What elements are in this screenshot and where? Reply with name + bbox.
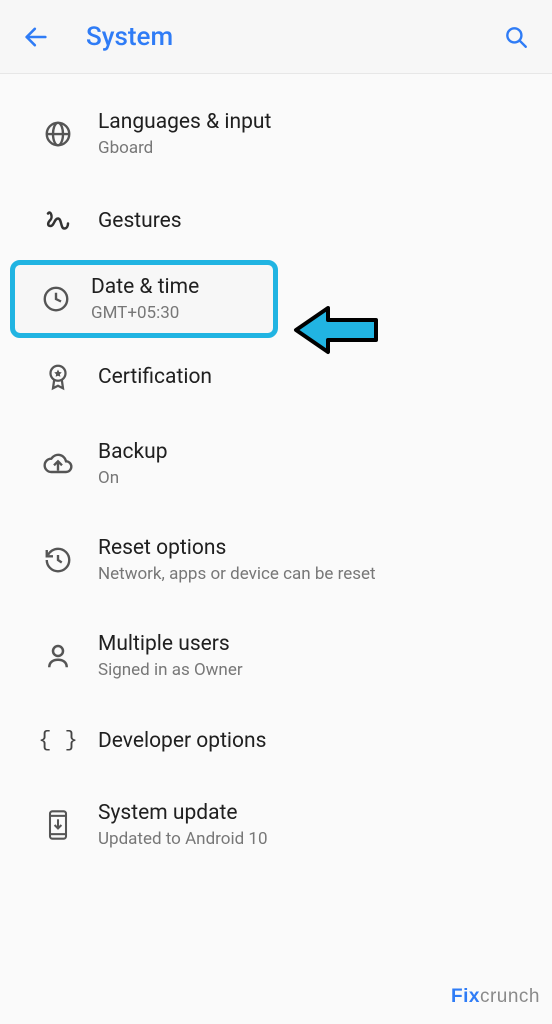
gesture-icon (43, 206, 73, 236)
settings-list: Languages & input Gboard Gestures Date &… (0, 74, 552, 873)
item-gestures[interactable]: Gestures (0, 182, 552, 260)
item-reset-options[interactable]: Reset options Network, apps or device ca… (0, 512, 552, 608)
item-certification[interactable]: Certification (0, 338, 552, 416)
item-date-time[interactable]: Date & time GMT+05:30 (10, 260, 278, 338)
item-title: Gestures (98, 209, 534, 233)
item-subtitle: Signed in as Owner (98, 660, 534, 680)
arrow-back-icon (22, 23, 50, 51)
item-languages-input[interactable]: Languages & input Gboard (0, 86, 552, 182)
app-header: System (0, 0, 552, 74)
watermark-brand: Fix (451, 986, 480, 1007)
item-subtitle: Network, apps or device can be reset (98, 564, 534, 584)
system-update-icon (44, 809, 72, 841)
item-title: Certification (98, 365, 534, 389)
search-button[interactable] (494, 15, 538, 59)
clock-icon (41, 284, 71, 314)
braces-icon: { } (38, 728, 78, 753)
item-subtitle: On (98, 468, 534, 488)
person-icon (43, 641, 73, 671)
item-subtitle: GMT+05:30 (91, 303, 263, 323)
page-title: System (86, 22, 494, 52)
globe-icon (43, 119, 73, 149)
item-backup[interactable]: Backup On (0, 416, 552, 512)
search-icon (503, 24, 529, 50)
item-developer-options[interactable]: { } Developer options (0, 704, 552, 777)
restore-icon (43, 545, 73, 575)
item-title: Backup (98, 440, 534, 464)
back-button[interactable] (14, 15, 58, 59)
item-title: Date & time (91, 275, 263, 299)
item-system-update[interactable]: System update Updated to Android 10 (0, 777, 552, 873)
item-title: Developer options (98, 729, 534, 753)
item-title: Multiple users (98, 632, 534, 656)
item-title: System update (98, 801, 534, 825)
item-subtitle: Updated to Android 10 (98, 829, 534, 849)
item-subtitle: Gboard (98, 138, 534, 158)
award-icon (43, 362, 73, 392)
watermark: Fixcrunch (451, 986, 540, 1008)
item-title: Languages & input (98, 110, 534, 134)
watermark-suffix: crunch (480, 986, 540, 1007)
item-multiple-users[interactable]: Multiple users Signed in as Owner (0, 608, 552, 704)
cloud-upload-icon (42, 448, 74, 480)
item-title: Reset options (98, 536, 534, 560)
